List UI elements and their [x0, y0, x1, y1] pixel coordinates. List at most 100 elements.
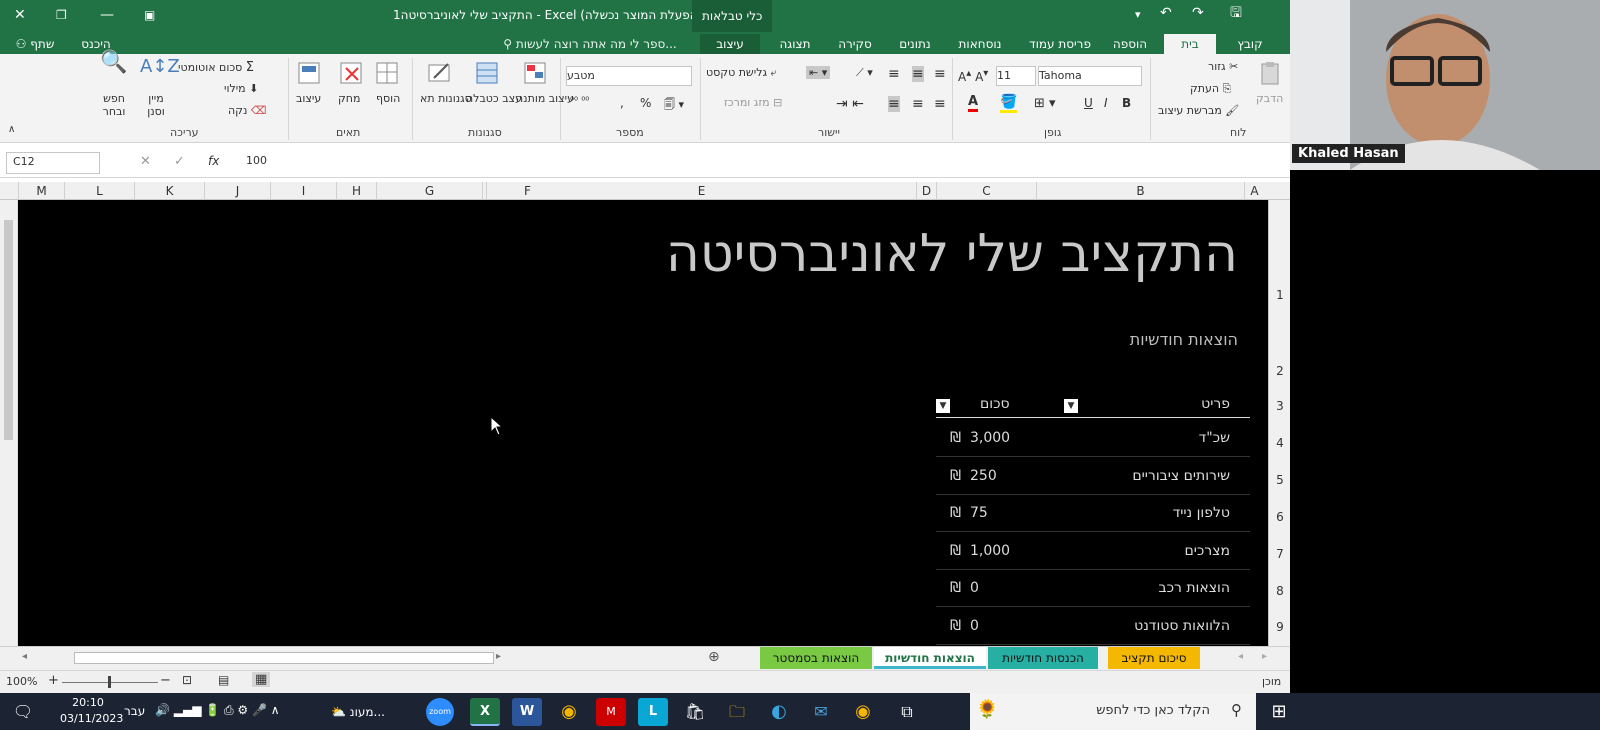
- format-cells-button[interactable]: עיצוב: [296, 92, 321, 105]
- table-row[interactable]: טלפון נייד 75 ₪: [936, 495, 1250, 532]
- language-indicator[interactable]: עבר: [124, 704, 145, 718]
- fill-button[interactable]: מילוי ⬇: [224, 82, 258, 95]
- column-header[interactable]: C: [936, 182, 1036, 200]
- taskbar-app-weather[interactable]: ⛅ מעונ...: [328, 698, 388, 726]
- row-header[interactable]: 4: [1269, 436, 1290, 450]
- table-row[interactable]: שכ"ד 3,000 ₪: [936, 420, 1250, 457]
- file-explorer-icon[interactable]: 🗀: [722, 698, 752, 726]
- insert-function-icon[interactable]: fx: [208, 154, 219, 168]
- column-header[interactable]: I: [270, 182, 336, 200]
- sheet-tab[interactable]: הוצאות בסמסטר: [760, 647, 872, 669]
- page-break-view-icon[interactable]: ⊡: [182, 673, 192, 687]
- sort-filter-button[interactable]: מיין וסנן: [138, 92, 174, 118]
- tell-me-box[interactable]: ⚲ ספר לי מה אתה רוצה לעשות...: [500, 34, 680, 54]
- store-icon[interactable]: 🛍: [680, 698, 710, 726]
- tab-data[interactable]: נתונים: [890, 34, 940, 54]
- name-box[interactable]: C12: [6, 152, 100, 174]
- tab-home[interactable]: בית: [1164, 34, 1216, 54]
- bold-button[interactable]: B: [1122, 96, 1131, 110]
- row-header[interactable]: 2: [1269, 364, 1290, 378]
- underline-button[interactable]: U: [1084, 96, 1093, 110]
- chrome-icon-2[interactable]: ◉: [848, 698, 878, 726]
- column-header[interactable]: G: [376, 182, 482, 200]
- accounting-icon[interactable]: 🗐 ▾: [664, 96, 684, 115]
- paste-button[interactable]: הדבק: [1256, 92, 1283, 105]
- font-color-icon[interactable]: A: [968, 94, 979, 112]
- tab-view[interactable]: תצוגה: [770, 34, 820, 54]
- edge-icon[interactable]: ◐: [764, 698, 794, 726]
- table-row[interactable]: הלוואות סטודנט 0 ₪: [936, 608, 1250, 645]
- save-icon[interactable]: 🖫: [1230, 6, 1242, 20]
- comma-icon[interactable]: ,: [620, 96, 624, 110]
- italic-button[interactable]: I: [1104, 96, 1108, 110]
- align-left-icon[interactable]: ≡: [934, 96, 946, 112]
- font-grow-icon[interactable]: A▴ A▾: [958, 68, 988, 84]
- row-header[interactable]: 9: [1269, 620, 1290, 634]
- vertical-scrollbar[interactable]: [0, 200, 18, 646]
- undo-icon[interactable]: ↶: [1160, 6, 1172, 20]
- column-header[interactable]: B: [1036, 182, 1244, 200]
- next-sheet-icon[interactable]: ▸: [1262, 651, 1267, 662]
- column-header[interactable]: A: [1244, 182, 1264, 200]
- row-header[interactable]: 7: [1269, 547, 1290, 561]
- tab-formulas[interactable]: נוסחאות: [950, 34, 1010, 54]
- close-icon[interactable]: ✕: [14, 8, 26, 22]
- cancel-icon[interactable]: ✕: [140, 154, 151, 169]
- page-layout-view-icon[interactable]: ▤: [218, 673, 229, 687]
- zoom-out-icon[interactable]: −: [160, 673, 171, 688]
- scroll-left-icon[interactable]: ◂: [22, 651, 27, 662]
- row-header[interactable]: 5: [1269, 473, 1290, 487]
- search-box[interactable]: 🌻 הקלד כאן כדי לחפש ⚲: [970, 693, 1256, 730]
- copy-button[interactable]: העתק ⎘: [1190, 82, 1231, 96]
- table-row[interactable]: הוצאות רכב 0 ₪: [936, 570, 1250, 607]
- fill-color-icon[interactable]: 🪣: [1000, 94, 1018, 113]
- column-header[interactable]: M: [18, 182, 64, 200]
- row-header[interactable]: 8: [1269, 584, 1290, 598]
- format-table-button[interactable]: עצב כטבלה: [466, 92, 522, 105]
- clear-button[interactable]: נקה ⌫: [228, 104, 266, 117]
- merge-center-button[interactable]: מזג ומרכז ⊟: [724, 96, 782, 109]
- app-l-icon[interactable]: L: [638, 698, 668, 726]
- column-header[interactable]: H: [336, 182, 376, 200]
- add-sheet-icon[interactable]: ⊕: [708, 649, 720, 665]
- normal-view-icon[interactable]: ▦: [252, 672, 271, 687]
- prev-sheet-icon[interactable]: ◂: [1238, 651, 1243, 662]
- enter-icon[interactable]: ✓: [174, 154, 185, 169]
- scroll-right-icon[interactable]: ▸: [496, 651, 501, 662]
- column-header[interactable]: K: [134, 182, 204, 200]
- mcafee-icon[interactable]: M: [596, 698, 626, 726]
- word-taskbar-icon[interactable]: W: [512, 698, 542, 726]
- row-header[interactable]: 3: [1269, 399, 1290, 413]
- delete-cells-button[interactable]: מחק: [338, 92, 360, 105]
- formula-input[interactable]: 100: [234, 152, 1284, 174]
- borders-icon[interactable]: ⊞ ▾: [1034, 96, 1056, 111]
- excel-taskbar-icon[interactable]: X: [470, 698, 500, 726]
- scrollbar-thumb[interactable]: [4, 220, 13, 440]
- tab-design[interactable]: עיצוב: [700, 34, 760, 54]
- row-header[interactable]: 1: [1269, 288, 1290, 302]
- mail-icon[interactable]: ✉: [806, 698, 836, 726]
- find-select-button[interactable]: חפש ובחר: [96, 92, 132, 118]
- cell-styles-button[interactable]: סגנונות תא: [420, 92, 472, 105]
- restore-icon[interactable]: ❐: [56, 8, 67, 22]
- bottom-align-icon[interactable]: ≡: [934, 66, 946, 82]
- filter-dropdown-icon[interactable]: ▼: [936, 399, 950, 413]
- ribbon-display-icon[interactable]: ▣: [144, 8, 155, 22]
- align-center-icon[interactable]: ≡: [912, 96, 924, 112]
- redo-icon[interactable]: ↷: [1192, 6, 1204, 20]
- column-header[interactable]: J: [204, 182, 270, 200]
- orientation-icon[interactable]: ⟋ ▾: [856, 66, 873, 80]
- indent-icons[interactable]: ⇥ ⇤: [836, 96, 864, 112]
- qat-customize-icon[interactable]: ▾: [1135, 8, 1141, 22]
- column-header[interactable]: F: [482, 182, 572, 200]
- tab-review[interactable]: סקירה: [830, 34, 880, 54]
- task-view-icon[interactable]: ⧉: [892, 698, 922, 726]
- horizontal-scrollbar[interactable]: [74, 652, 494, 664]
- font-name-box[interactable]: Tahoma: [1038, 66, 1142, 86]
- percent-button[interactable]: %: [640, 96, 651, 110]
- sheet-tab[interactable]: סיכום תקציב: [1108, 647, 1200, 669]
- align-right-icon[interactable]: ≡: [888, 96, 900, 112]
- zoom-in-icon[interactable]: +: [48, 673, 59, 688]
- column-header[interactable]: D: [916, 182, 936, 200]
- zoom-icon[interactable]: zoom: [426, 698, 454, 726]
